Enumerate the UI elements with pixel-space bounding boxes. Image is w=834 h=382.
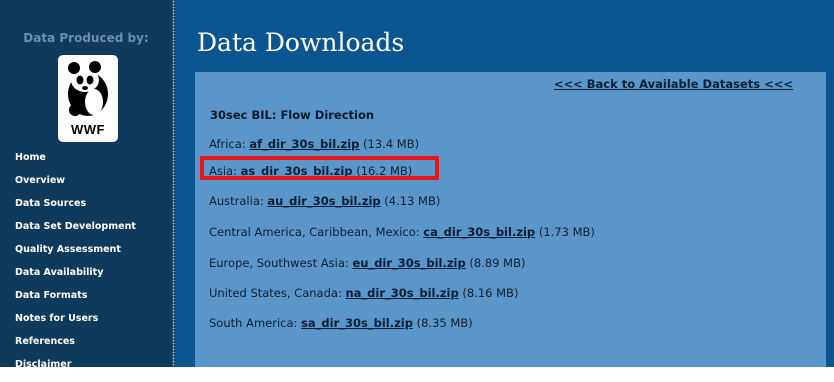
- download-link-central-america[interactable]: ca_dir_30s_bil.zip: [423, 225, 535, 239]
- file-size: (8.35 MB): [412, 316, 473, 330]
- download-row-north-america: United States, Canada: na_dir_30s_bil.zi…: [209, 285, 518, 301]
- logo-text: WWF: [71, 122, 105, 137]
- nav-disclaimer[interactable]: Disclaimer: [15, 359, 136, 382]
- sidebar-nav: Home Overview Data Sources Data Set Deve…: [15, 152, 136, 382]
- nav-quality-assessment[interactable]: Quality Assessment: [15, 244, 136, 267]
- nav-overview[interactable]: Overview: [15, 175, 136, 198]
- file-size: (13.4 MB): [359, 137, 420, 151]
- wwf-logo[interactable]: WWF: [58, 55, 118, 142]
- sidebar-header: Data Produced by:: [23, 31, 149, 45]
- download-row-central-america: Central America, Caribbean, Mexico: ca_d…: [209, 224, 595, 240]
- nav-notes-for-users[interactable]: Notes for Users: [15, 313, 136, 336]
- file-size: (8.89 MB): [465, 256, 526, 270]
- main-area: Data Downloads <<< Back to Available Dat…: [175, 0, 834, 367]
- page-title: Data Downloads: [197, 28, 405, 57]
- download-link-australia[interactable]: au_dir_30s_bil.zip: [267, 194, 380, 208]
- download-row-south-america: South America: sa_dir_30s_bil.zip (8.35 …: [209, 315, 473, 331]
- region-label: Africa:: [209, 137, 250, 151]
- back-to-datasets-link[interactable]: <<< Back to Available Datasets <<<: [554, 77, 793, 91]
- nav-data-set-development[interactable]: Data Set Development: [15, 221, 136, 244]
- download-row-australia: Australia: au_dir_30s_bil.zip (4.13 MB): [209, 193, 440, 209]
- download-link-south-america[interactable]: sa_dir_30s_bil.zip: [301, 316, 413, 330]
- region-label: South America:: [209, 316, 302, 330]
- nav-home[interactable]: Home: [15, 152, 136, 175]
- region-label: United States, Canada:: [209, 286, 346, 300]
- section-title: 30sec BIL: Flow Direction: [210, 108, 375, 122]
- file-size: (4.13 MB): [380, 194, 441, 208]
- nav-data-sources[interactable]: Data Sources: [15, 198, 136, 221]
- downloads-panel: <<< Back to Available Datasets <<< 30sec…: [195, 72, 826, 367]
- download-row-africa: Africa: af_dir_30s_bil.zip (13.4 MB): [209, 136, 419, 152]
- nav-references[interactable]: References: [15, 336, 136, 359]
- highlight-box: [200, 156, 439, 180]
- nav-data-formats[interactable]: Data Formats: [15, 290, 136, 313]
- download-link-europe[interactable]: eu_dir_30s_bil.zip: [352, 256, 465, 270]
- region-label: Central America, Caribbean, Mexico:: [209, 225, 424, 239]
- download-link-north-america[interactable]: na_dir_30s_bil.zip: [345, 286, 458, 300]
- panda-logo-icon: [68, 61, 108, 116]
- download-row-europe: Europe, Southwest Asia: eu_dir_30s_bil.z…: [209, 255, 525, 271]
- file-size: (8.16 MB): [458, 286, 519, 300]
- nav-data-availability[interactable]: Data Availability: [15, 267, 136, 290]
- file-size: (1.73 MB): [535, 225, 595, 239]
- sidebar: Data Produced by: WWF Home Overview Data…: [0, 0, 172, 370]
- region-label: Australia:: [209, 194, 268, 208]
- download-link-africa[interactable]: af_dir_30s_bil.zip: [249, 137, 359, 151]
- region-label: Europe, Southwest Asia:: [209, 256, 353, 270]
